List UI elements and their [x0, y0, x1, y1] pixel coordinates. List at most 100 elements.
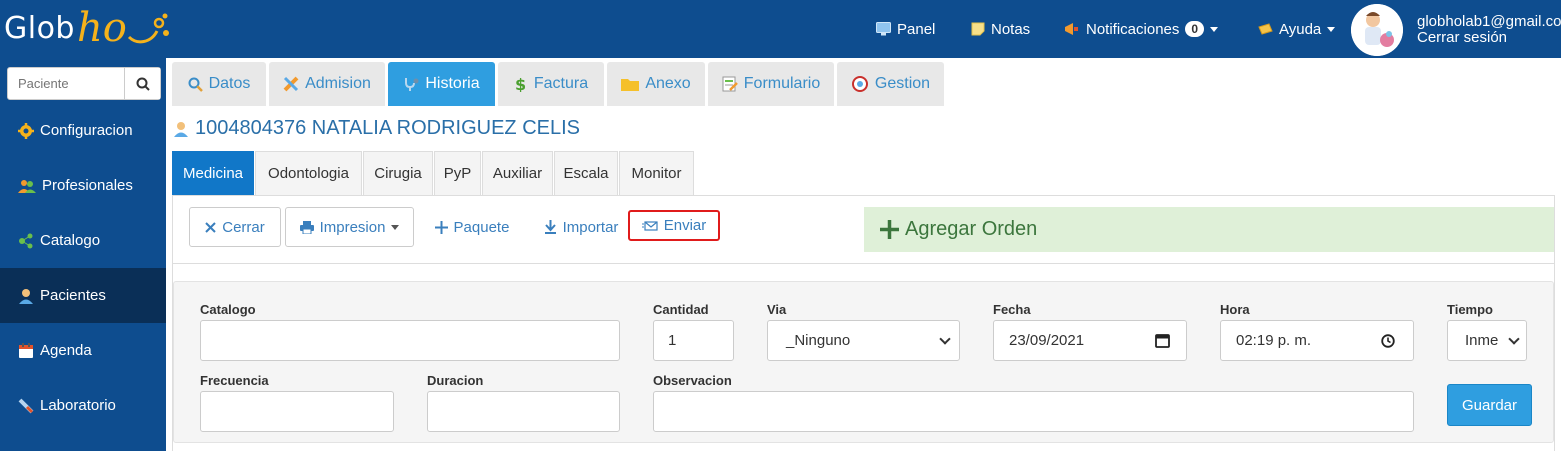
sidebar-item-laboratorio[interactable]: Laboratorio	[0, 378, 166, 433]
close-button[interactable]: Cerrar	[189, 207, 281, 247]
stethoscope-icon	[405, 78, 419, 91]
save-button[interactable]: Guardar	[1447, 384, 1532, 426]
fecha-value: 23/09/2021	[1009, 332, 1085, 349]
sidebar-item-agenda[interactable]: Agenda	[0, 323, 166, 378]
subtab-cirugia[interactable]: Cirugia	[363, 151, 433, 195]
chevron-down-icon	[1210, 26, 1219, 32]
tiempo-select[interactable]: Inme	[1447, 320, 1527, 361]
subtab-label: Monitor	[631, 165, 682, 182]
send-button-label: Enviar	[663, 217, 707, 234]
toolbar-divider	[173, 263, 1554, 264]
print-button-label: Impresion	[319, 218, 386, 236]
search-icon	[188, 77, 203, 92]
calendar-icon[interactable]	[1155, 333, 1170, 348]
patient-search-input[interactable]	[8, 68, 124, 99]
nav-panel-label: Panel	[897, 20, 936, 38]
search-button[interactable]	[124, 68, 160, 99]
sidebar-item-label: Configuracion	[40, 122, 133, 139]
via-select[interactable]: _Ninguno	[767, 320, 960, 361]
share-nodes-icon	[19, 233, 33, 248]
plus-icon	[434, 220, 448, 234]
subtab-medicina[interactable]: Medicina	[172, 151, 254, 195]
nav-notificaciones[interactable]: Notificaciones 0	[1064, 0, 1219, 58]
svg-text:$: $	[515, 76, 526, 92]
tab-label: Datos	[208, 75, 251, 92]
hora-label: Hora	[1220, 302, 1250, 317]
nav-panel[interactable]: Panel	[876, 0, 935, 58]
nav-notas-label: Notas	[991, 20, 1031, 38]
note-icon	[971, 22, 985, 36]
chevron-down-icon	[391, 224, 400, 230]
print-button[interactable]: Impresion	[285, 207, 414, 247]
sidebar-item-label: Agenda	[40, 342, 92, 359]
duracion-input[interactable]	[427, 391, 620, 432]
import-button[interactable]: Importar	[535, 207, 627, 247]
sidebar-item-label: Catalogo	[40, 232, 101, 249]
frecuencia-label: Frecuencia	[200, 373, 269, 388]
form-icon	[722, 76, 738, 92]
import-button-label: Importar	[562, 218, 619, 236]
subtab-pyp[interactable]: PyP	[434, 151, 481, 195]
via-value: _Ninguno	[786, 332, 851, 349]
catalogo-input[interactable]	[200, 320, 620, 361]
sidebar-item-catalogo[interactable]: Catalogo	[0, 213, 166, 268]
chevron-down-icon	[1327, 26, 1336, 32]
subtab-label: Escala	[563, 165, 609, 182]
brand-dots-icon	[127, 13, 169, 44]
megaphone-icon	[1065, 23, 1078, 35]
user-icon	[19, 288, 33, 304]
subtab-label: PyP	[443, 165, 472, 182]
user-avatar[interactable]	[1351, 4, 1403, 56]
tab-anexo[interactable]: Anexo	[607, 62, 705, 106]
chevron-down-icon	[939, 332, 951, 345]
close-icon	[205, 221, 216, 233]
observacion-label: Observacion	[653, 373, 732, 388]
tiempo-label: Tiempo	[1447, 302, 1493, 317]
duracion-label: Duracion	[427, 373, 484, 388]
hora-input[interactable]: 02:19 p. m.	[1220, 320, 1414, 361]
tab-admision[interactable]: Admision	[269, 62, 385, 106]
syringe-icon	[18, 398, 34, 413]
ticket-icon	[1258, 23, 1273, 35]
subtab-label: Medicina	[182, 165, 244, 182]
cantidad-value: 1	[668, 332, 677, 349]
chevron-down-icon	[1508, 332, 1520, 345]
subtab-label: Cirugia	[374, 165, 422, 182]
clock-icon[interactable]	[1381, 333, 1395, 348]
sidebar-item-profesionales[interactable]: Profesionales	[0, 158, 166, 213]
fecha-input[interactable]: 23/09/2021	[993, 320, 1187, 361]
sidebar-item-pacientes[interactable]: Pacientes	[0, 268, 166, 323]
nav-notas[interactable]: Notas	[971, 0, 1030, 58]
nav-ayuda[interactable]: Ayuda	[1258, 0, 1336, 58]
subtab-monitor[interactable]: Monitor	[619, 151, 694, 195]
subtab-escala[interactable]: Escala	[554, 151, 618, 195]
plus-icon	[880, 220, 899, 239]
brand-logo[interactable]: Glob ho	[4, 2, 171, 54]
tab-factura[interactable]: $ Factura	[498, 62, 604, 106]
notification-count-badge: 0	[1185, 21, 1205, 37]
logout-link[interactable]: Cerrar sesión	[1417, 30, 1507, 45]
monitor-icon	[876, 22, 891, 36]
tab-label: Factura	[533, 75, 589, 92]
subtab-odontologia[interactable]: Odontologia	[255, 151, 362, 195]
frecuencia-input[interactable]	[200, 391, 394, 432]
send-button[interactable]: Enviar	[628, 210, 720, 241]
subtab-auxiliar[interactable]: Auxiliar	[482, 151, 553, 195]
add-package-button[interactable]: Paquete	[424, 207, 520, 247]
brand-text: Glob	[4, 10, 75, 46]
top-navbar: Glob ho Panel Notas Notificaciones 0 Ayu…	[0, 0, 1561, 58]
user-email[interactable]: globholab1@gmail.co	[1417, 14, 1561, 29]
tab-formulario[interactable]: Formulario	[708, 62, 834, 106]
sidebar-item-configuracion[interactable]: Configuracion	[0, 103, 166, 158]
tiempo-value: Inme	[1465, 332, 1499, 349]
tab-gestion[interactable]: Gestion	[837, 62, 944, 106]
tab-historia[interactable]: Historia	[388, 62, 495, 106]
brand-script: ho	[76, 5, 127, 51]
observacion-textarea[interactable]	[653, 391, 1414, 432]
tab-label: Formulario	[743, 75, 821, 92]
cantidad-input[interactable]: 1	[653, 320, 734, 361]
add-order-button[interactable]: Agregar Orden	[864, 207, 1554, 252]
tab-datos[interactable]: Datos	[172, 62, 266, 106]
close-button-label: Cerrar	[222, 218, 265, 236]
gestion-icon	[851, 76, 868, 92]
